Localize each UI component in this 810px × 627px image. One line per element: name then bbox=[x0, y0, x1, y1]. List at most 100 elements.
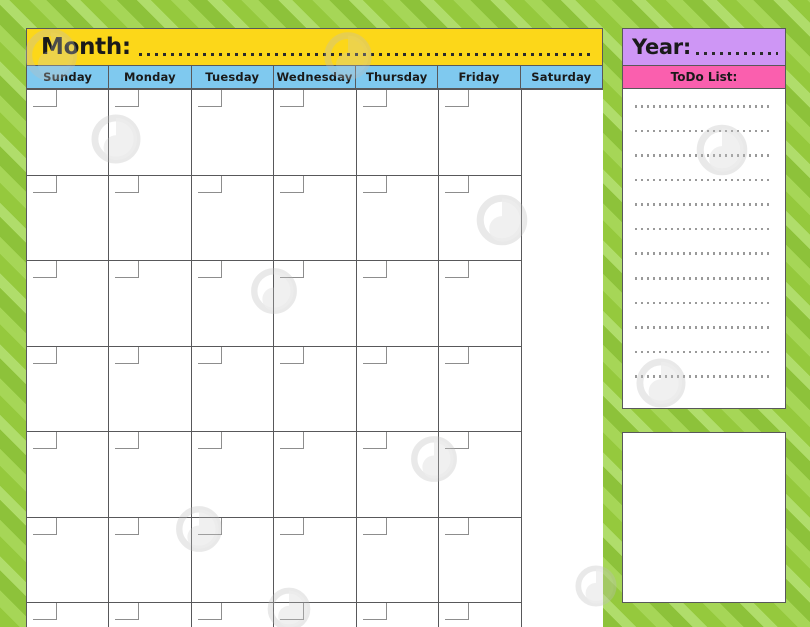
date-number-box[interactable] bbox=[197, 261, 222, 278]
calendar-day-cell[interactable] bbox=[191, 346, 275, 432]
date-number-box[interactable] bbox=[197, 346, 222, 364]
calendar-day-cell[interactable] bbox=[27, 432, 110, 518]
date-number-box[interactable] bbox=[280, 432, 305, 449]
date-number-box[interactable] bbox=[33, 517, 57, 535]
calendar-day-cell[interactable] bbox=[274, 90, 357, 176]
date-number-box[interactable] bbox=[115, 603, 140, 620]
date-number-box[interactable] bbox=[280, 175, 305, 193]
date-number-box[interactable] bbox=[33, 346, 57, 364]
calendar-day-cell[interactable] bbox=[109, 175, 192, 261]
date-number-box[interactable] bbox=[33, 603, 57, 620]
date-number-box[interactable] bbox=[280, 517, 305, 535]
calendar-day-cell[interactable] bbox=[109, 261, 192, 347]
calendar-day-cell[interactable] bbox=[109, 517, 192, 603]
date-number-box[interactable] bbox=[445, 432, 470, 449]
calendar-day-cell[interactable] bbox=[109, 90, 192, 176]
sidebar-column: Year: ToDo List: bbox=[622, 28, 786, 409]
date-number-box[interactable] bbox=[197, 432, 222, 449]
calendar-day-cell[interactable] bbox=[274, 346, 357, 432]
calendar-day-cell[interactable] bbox=[191, 603, 275, 627]
calendar-day-cell[interactable] bbox=[109, 432, 192, 518]
calendar-day-cell[interactable] bbox=[109, 603, 192, 627]
calendar-day-cell[interactable] bbox=[191, 517, 275, 603]
calendar-day-cell[interactable] bbox=[356, 346, 440, 432]
date-number-box[interactable] bbox=[362, 432, 387, 449]
date-number-box[interactable] bbox=[115, 346, 140, 364]
date-number-box[interactable] bbox=[362, 517, 387, 535]
todo-list-line[interactable] bbox=[635, 301, 773, 305]
todo-list-line[interactable] bbox=[635, 203, 773, 206]
date-number-box[interactable] bbox=[280, 261, 305, 278]
todo-list-line[interactable] bbox=[635, 375, 773, 378]
calendar-day-cell[interactable] bbox=[27, 90, 110, 176]
calendar-day-cell[interactable] bbox=[356, 261, 440, 347]
todo-list-line[interactable] bbox=[635, 326, 773, 329]
calendar-day-cell[interactable] bbox=[27, 261, 110, 347]
date-number-box[interactable] bbox=[280, 346, 305, 364]
calendar-day-cell[interactable] bbox=[439, 517, 522, 603]
date-number-box[interactable] bbox=[197, 90, 222, 107]
calendar-day-cell[interactable] bbox=[356, 603, 440, 627]
date-number-box[interactable] bbox=[280, 603, 305, 620]
calendar-day-cell[interactable] bbox=[27, 175, 110, 261]
date-number-box[interactable] bbox=[33, 175, 57, 193]
notes-box[interactable] bbox=[622, 432, 786, 603]
calendar-day-cell[interactable] bbox=[191, 90, 275, 176]
calendar-day-cell[interactable] bbox=[191, 175, 275, 261]
calendar-day-cell[interactable] bbox=[439, 603, 522, 627]
calendar-day-cell[interactable] bbox=[27, 603, 110, 627]
calendar-day-cell[interactable] bbox=[274, 517, 357, 603]
calendar-day-cell[interactable] bbox=[109, 346, 192, 432]
todo-list-line[interactable] bbox=[635, 252, 773, 256]
date-number-box[interactable] bbox=[33, 90, 57, 107]
calendar-day-cell[interactable] bbox=[356, 432, 440, 518]
calendar-day-cell[interactable] bbox=[274, 432, 357, 518]
date-number-box[interactable] bbox=[115, 432, 140, 449]
date-number-box[interactable] bbox=[445, 90, 470, 107]
date-number-box[interactable] bbox=[362, 261, 387, 278]
date-number-box[interactable] bbox=[197, 175, 222, 193]
month-write-in-line[interactable] bbox=[138, 51, 592, 56]
date-number-box[interactable] bbox=[33, 432, 57, 449]
date-number-box[interactable] bbox=[362, 90, 387, 107]
calendar-day-cell[interactable] bbox=[274, 175, 357, 261]
calendar-day-cell[interactable] bbox=[356, 175, 440, 261]
date-number-box[interactable] bbox=[445, 517, 470, 535]
todo-list-line[interactable] bbox=[635, 350, 773, 354]
todo-list-line[interactable] bbox=[635, 227, 773, 231]
date-number-box[interactable] bbox=[197, 603, 222, 620]
date-number-box[interactable] bbox=[445, 603, 470, 620]
calendar-day-cell[interactable] bbox=[439, 261, 522, 347]
date-number-box[interactable] bbox=[33, 261, 57, 278]
date-number-box[interactable] bbox=[280, 90, 305, 107]
date-number-box[interactable] bbox=[445, 175, 470, 193]
calendar-day-cell[interactable] bbox=[27, 346, 110, 432]
calendar-day-cell[interactable] bbox=[191, 432, 275, 518]
calendar-day-cell[interactable] bbox=[439, 175, 522, 261]
todo-list-line[interactable] bbox=[635, 178, 773, 182]
date-number-box[interactable] bbox=[445, 346, 470, 364]
todo-list-line[interactable] bbox=[635, 105, 773, 108]
date-number-box[interactable] bbox=[115, 175, 140, 193]
date-number-box[interactable] bbox=[197, 517, 222, 535]
date-number-box[interactable] bbox=[115, 517, 140, 535]
todo-list-line[interactable] bbox=[635, 129, 773, 133]
date-number-box[interactable] bbox=[445, 261, 470, 278]
date-number-box[interactable] bbox=[362, 346, 387, 364]
todo-list-line[interactable] bbox=[635, 277, 773, 280]
calendar-day-cell[interactable] bbox=[356, 517, 440, 603]
calendar-day-cell[interactable] bbox=[274, 603, 357, 627]
year-write-in-line[interactable] bbox=[695, 51, 778, 55]
calendar-day-cell[interactable] bbox=[439, 90, 522, 176]
calendar-day-cell[interactable] bbox=[274, 261, 357, 347]
calendar-day-cell[interactable] bbox=[439, 432, 522, 518]
date-number-box[interactable] bbox=[115, 90, 140, 107]
date-number-box[interactable] bbox=[115, 261, 140, 278]
calendar-day-cell[interactable] bbox=[27, 517, 110, 603]
date-number-box[interactable] bbox=[362, 175, 387, 193]
todo-list-line[interactable] bbox=[635, 154, 773, 157]
calendar-day-cell[interactable] bbox=[191, 261, 275, 347]
calendar-day-cell[interactable] bbox=[439, 346, 522, 432]
date-number-box[interactable] bbox=[362, 603, 387, 620]
calendar-day-cell[interactable] bbox=[356, 90, 440, 176]
